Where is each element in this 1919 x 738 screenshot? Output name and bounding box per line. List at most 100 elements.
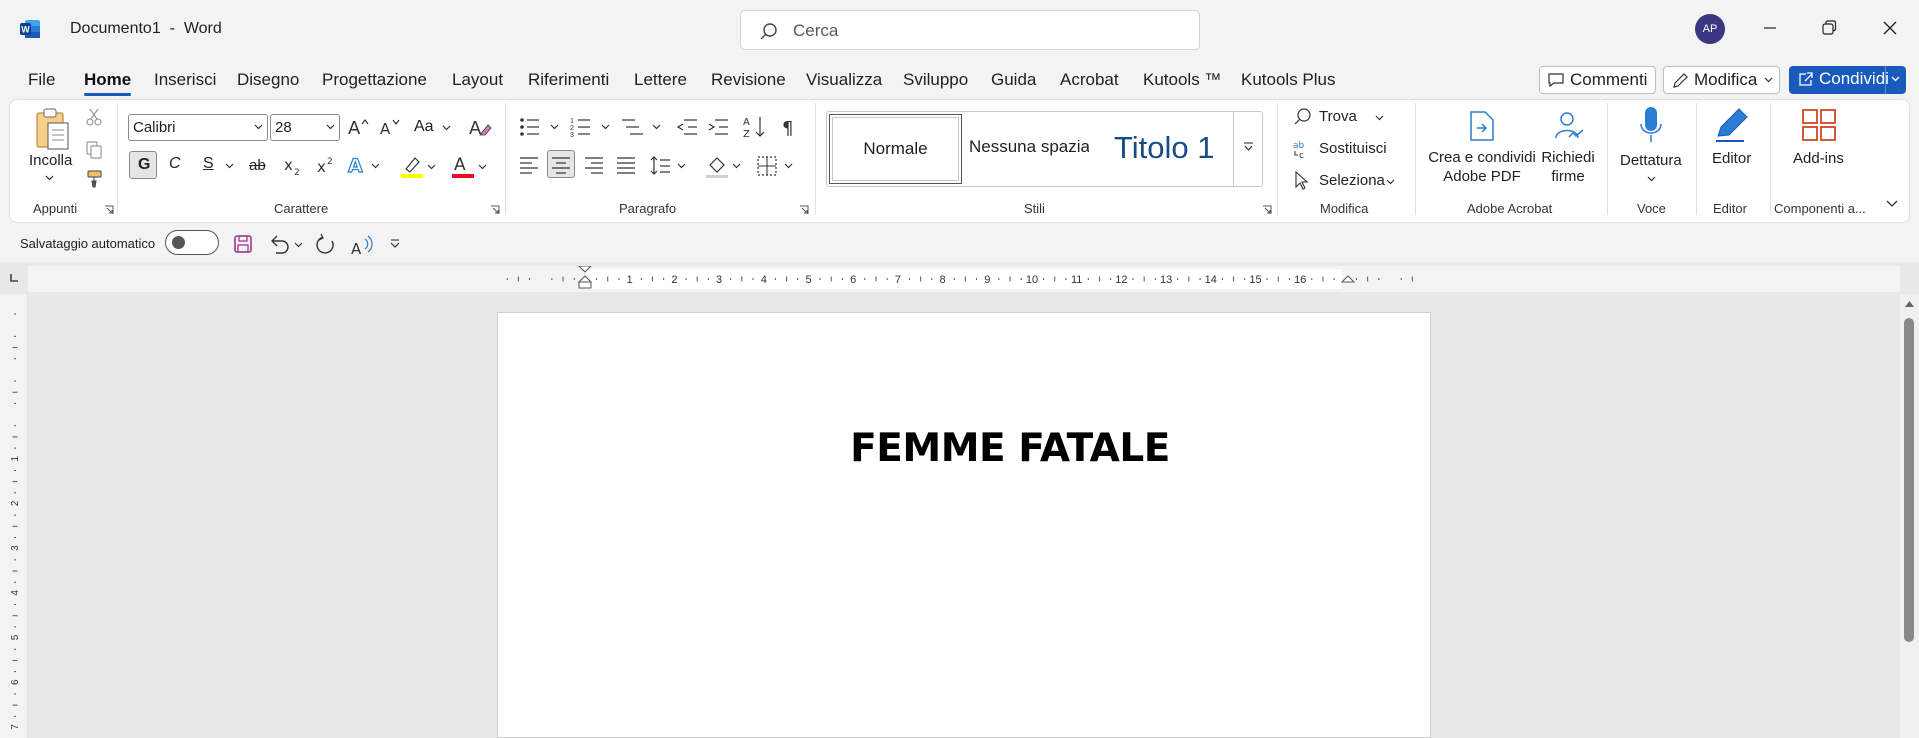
sort-icon[interactable]: AZ <box>743 114 767 140</box>
style-normal[interactable]: Normale <box>829 114 962 184</box>
tab-selector-icon[interactable] <box>9 273 19 283</box>
create-pdf-button[interactable]: Crea e condividi Adobe PDF <box>1421 148 1543 186</box>
ruler-number: 3 <box>10 545 21 551</box>
voice-group-label: Voce <box>1637 201 1666 216</box>
tab-help[interactable]: Guida <box>991 70 1036 90</box>
customize-qat-icon[interactable] <box>389 238 401 250</box>
svg-text:Z: Z <box>743 129 750 140</box>
svg-text:W: W <box>21 25 30 35</box>
chevron-down-icon <box>1386 179 1395 185</box>
highlight-color-icon[interactable] <box>400 153 440 179</box>
chevron-down-icon[interactable] <box>1647 176 1656 182</box>
close-icon[interactable] <box>1878 16 1902 40</box>
copy-icon[interactable] <box>84 140 104 160</box>
tab-kutools-plus[interactable]: Kutools Plus <box>1241 70 1336 90</box>
tab-view[interactable]: Visualizza <box>806 70 882 90</box>
tab-review[interactable]: Revisione <box>711 70 786 90</box>
minimize-icon[interactable] <box>1758 16 1782 40</box>
font-group-label: Carattere <box>274 201 329 216</box>
tab-file[interactable]: File <box>28 70 55 90</box>
tab-home[interactable]: Home <box>84 70 131 90</box>
bold-button[interactable]: G <box>129 151 157 179</box>
decrease-indent-icon[interactable] <box>676 116 698 138</box>
editor-pen-icon[interactable] <box>1712 106 1750 144</box>
comments-button[interactable]: Commenti <box>1539 66 1657 94</box>
dialog-launcher-icon[interactable] <box>104 205 114 215</box>
align-left-icon[interactable] <box>519 156 539 174</box>
group-separator <box>1415 103 1416 215</box>
tab-insert[interactable]: Inserisci <box>154 70 216 90</box>
style-heading-1[interactable]: Titolo 1 <box>1114 130 1215 166</box>
dialog-launcher-icon[interactable] <box>799 205 809 215</box>
font-name-value: Calibri <box>133 119 176 136</box>
undo-icon[interactable] <box>268 233 306 255</box>
restore-icon[interactable] <box>1817 16 1841 40</box>
autosave-toggle[interactable] <box>165 230 219 255</box>
collapse-ribbon-icon[interactable] <box>1886 200 1898 208</box>
addins-icon[interactable] <box>1801 108 1837 142</box>
addins-label[interactable]: Add-ins <box>1793 150 1844 167</box>
document-page[interactable]: FEMME FATALE <box>497 312 1431 738</box>
cut-icon[interactable] <box>84 107 104 127</box>
tab-draw[interactable]: Disegno <box>237 70 299 90</box>
font-name-combo[interactable]: Calibri <box>128 114 268 141</box>
request-signature-icon[interactable] <box>1553 110 1585 142</box>
share-label: Condividi <box>1819 69 1889 88</box>
change-case-label: Aa <box>414 118 434 135</box>
request-signature-button[interactable]: Richiedi firme <box>1533 148 1603 186</box>
line-spacing-icon[interactable] <box>650 155 690 177</box>
redo-icon[interactable] <box>314 233 338 257</box>
style-no-spacing[interactable]: Nessuna spazia <box>969 137 1089 157</box>
subscript-icon[interactable]: x2 <box>283 155 303 177</box>
tab-developer[interactable]: Sviluppo <box>903 70 968 90</box>
microphone-icon[interactable] <box>1638 106 1664 144</box>
search-icon <box>759 22 779 42</box>
document-heading[interactable]: FEMME FATALE <box>498 426 1430 471</box>
font-color-icon[interactable]: A <box>451 153 491 179</box>
dictate-label[interactable]: Dettatura <box>1620 152 1682 169</box>
bullet-list-icon[interactable] <box>519 116 559 138</box>
clear-formatting-icon[interactable]: A <box>468 115 492 139</box>
ruler-number: 2 <box>671 274 677 286</box>
format-painter-icon[interactable] <box>84 169 104 189</box>
edit-mode-button[interactable]: Modifica <box>1663 66 1781 94</box>
tab-references[interactable]: Riferimenti <box>528 70 609 90</box>
increase-indent-icon[interactable] <box>707 116 729 138</box>
borders-icon[interactable] <box>757 155 797 177</box>
styles-more-button[interactable] <box>1233 111 1263 187</box>
shading-icon[interactable] <box>705 153 745 179</box>
paste-icon[interactable] <box>33 107 71 153</box>
dialog-launcher-icon[interactable] <box>1262 205 1272 215</box>
tab-mailings[interactable]: Lettere <box>634 70 687 90</box>
user-avatar[interactable]: AP <box>1695 14 1725 44</box>
ruler-text-area <box>585 269 1342 289</box>
text-effects-icon[interactable]: A <box>347 153 383 177</box>
tab-design[interactable]: Progettazione <box>322 70 427 90</box>
read-aloud-icon[interactable]: A <box>350 233 376 257</box>
scrollbar-thumb[interactable] <box>1904 318 1914 642</box>
align-right-icon[interactable] <box>584 156 604 174</box>
shrink-font-icon[interactable]: A <box>379 116 403 138</box>
editor-label[interactable]: Editor <box>1712 150 1751 167</box>
tab-kutools[interactable]: Kutools ™ <box>1143 70 1221 90</box>
superscript-icon[interactable]: x2 <box>316 155 336 177</box>
multilevel-list-icon[interactable] <box>621 116 661 138</box>
tab-acrobat[interactable]: Acrobat <box>1060 70 1119 90</box>
chevron-down-icon[interactable] <box>1891 76 1900 82</box>
font-size-combo[interactable]: 28 <box>270 114 340 141</box>
chevron-down-icon[interactable] <box>45 175 54 181</box>
pilcrow-icon[interactable]: ¶ <box>781 116 799 138</box>
dialog-launcher-icon[interactable] <box>490 205 500 215</box>
numbered-list-icon[interactable]: 123 <box>570 116 610 138</box>
scroll-up-icon[interactable] <box>1904 300 1915 308</box>
create-pdf-icon[interactable] <box>1468 110 1496 142</box>
justify-icon[interactable] <box>616 156 636 174</box>
grow-font-icon[interactable]: A <box>347 116 371 138</box>
vertical-scrollbar[interactable] <box>1900 294 1919 738</box>
share-button[interactable]: Condividi <box>1789 66 1906 94</box>
save-icon[interactable] <box>233 234 253 254</box>
search-box[interactable]: Cerca <box>740 10 1200 50</box>
tab-layout[interactable]: Layout <box>452 70 503 90</box>
align-center-icon[interactable] <box>547 150 575 178</box>
group-separator <box>815 103 816 215</box>
